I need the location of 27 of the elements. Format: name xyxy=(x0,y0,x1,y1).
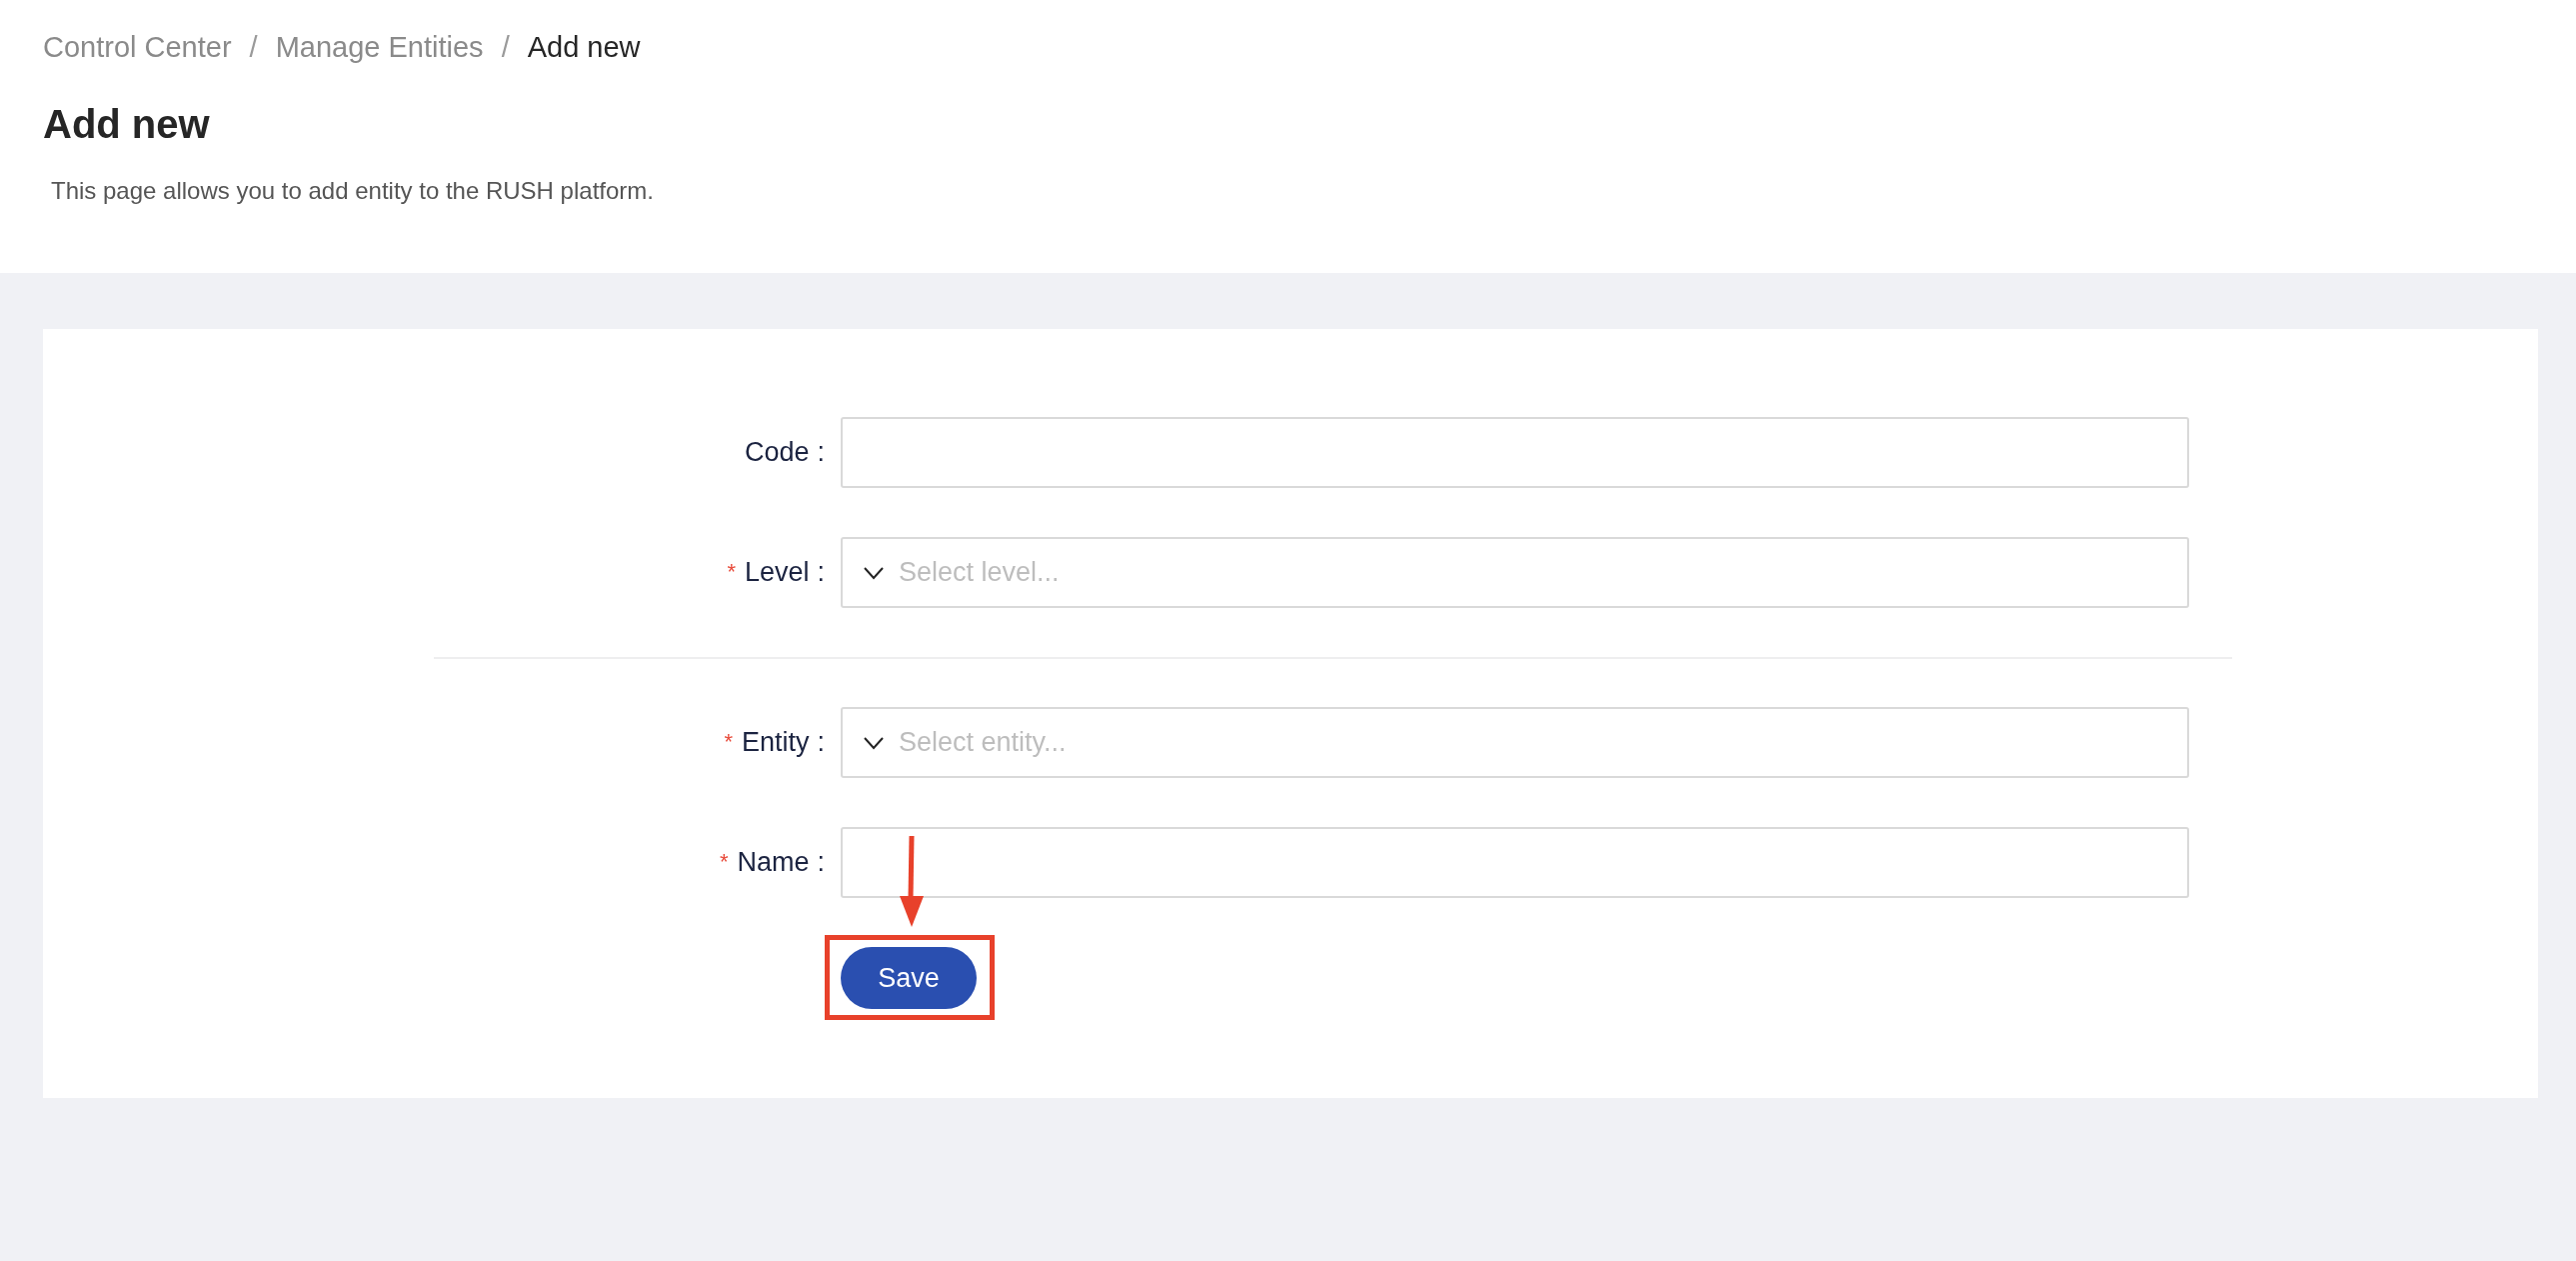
chevron-down-icon xyxy=(863,735,885,750)
breadcrumb-link[interactable]: Control Center xyxy=(43,30,232,64)
breadcrumb-separator: / xyxy=(501,30,510,64)
select-field[interactable]: Select level... xyxy=(841,537,2189,608)
chevron-down-icon xyxy=(863,565,885,580)
save-button[interactable]: Save xyxy=(841,947,977,1009)
required-mark: * xyxy=(719,848,729,875)
required-mark: * xyxy=(724,728,733,755)
page-description: This page allows you to add entity to the RUSH platform. xyxy=(51,176,655,206)
select-placeholder: Select entity... xyxy=(899,727,1067,758)
page-title: Add new xyxy=(43,101,211,148)
field-label: Name xyxy=(737,847,810,878)
breadcrumb-current: Add new xyxy=(527,30,641,64)
text-input[interactable] xyxy=(841,417,2189,488)
required-mark: * xyxy=(727,558,736,585)
field-label: Level xyxy=(744,557,810,588)
field-label: Code xyxy=(744,437,810,468)
label-colon: : xyxy=(817,727,825,758)
breadcrumb-separator: / xyxy=(249,30,258,64)
select-placeholder: Select level... xyxy=(899,557,1060,588)
label-colon: : xyxy=(817,557,825,588)
select-field[interactable]: Select entity... xyxy=(841,707,2189,778)
breadcrumb-link[interactable]: Manage Entities xyxy=(275,30,484,64)
text-input[interactable] xyxy=(841,827,2189,898)
label-colon: : xyxy=(817,847,825,878)
field-label: Entity xyxy=(741,727,810,758)
label-colon: : xyxy=(817,437,825,468)
